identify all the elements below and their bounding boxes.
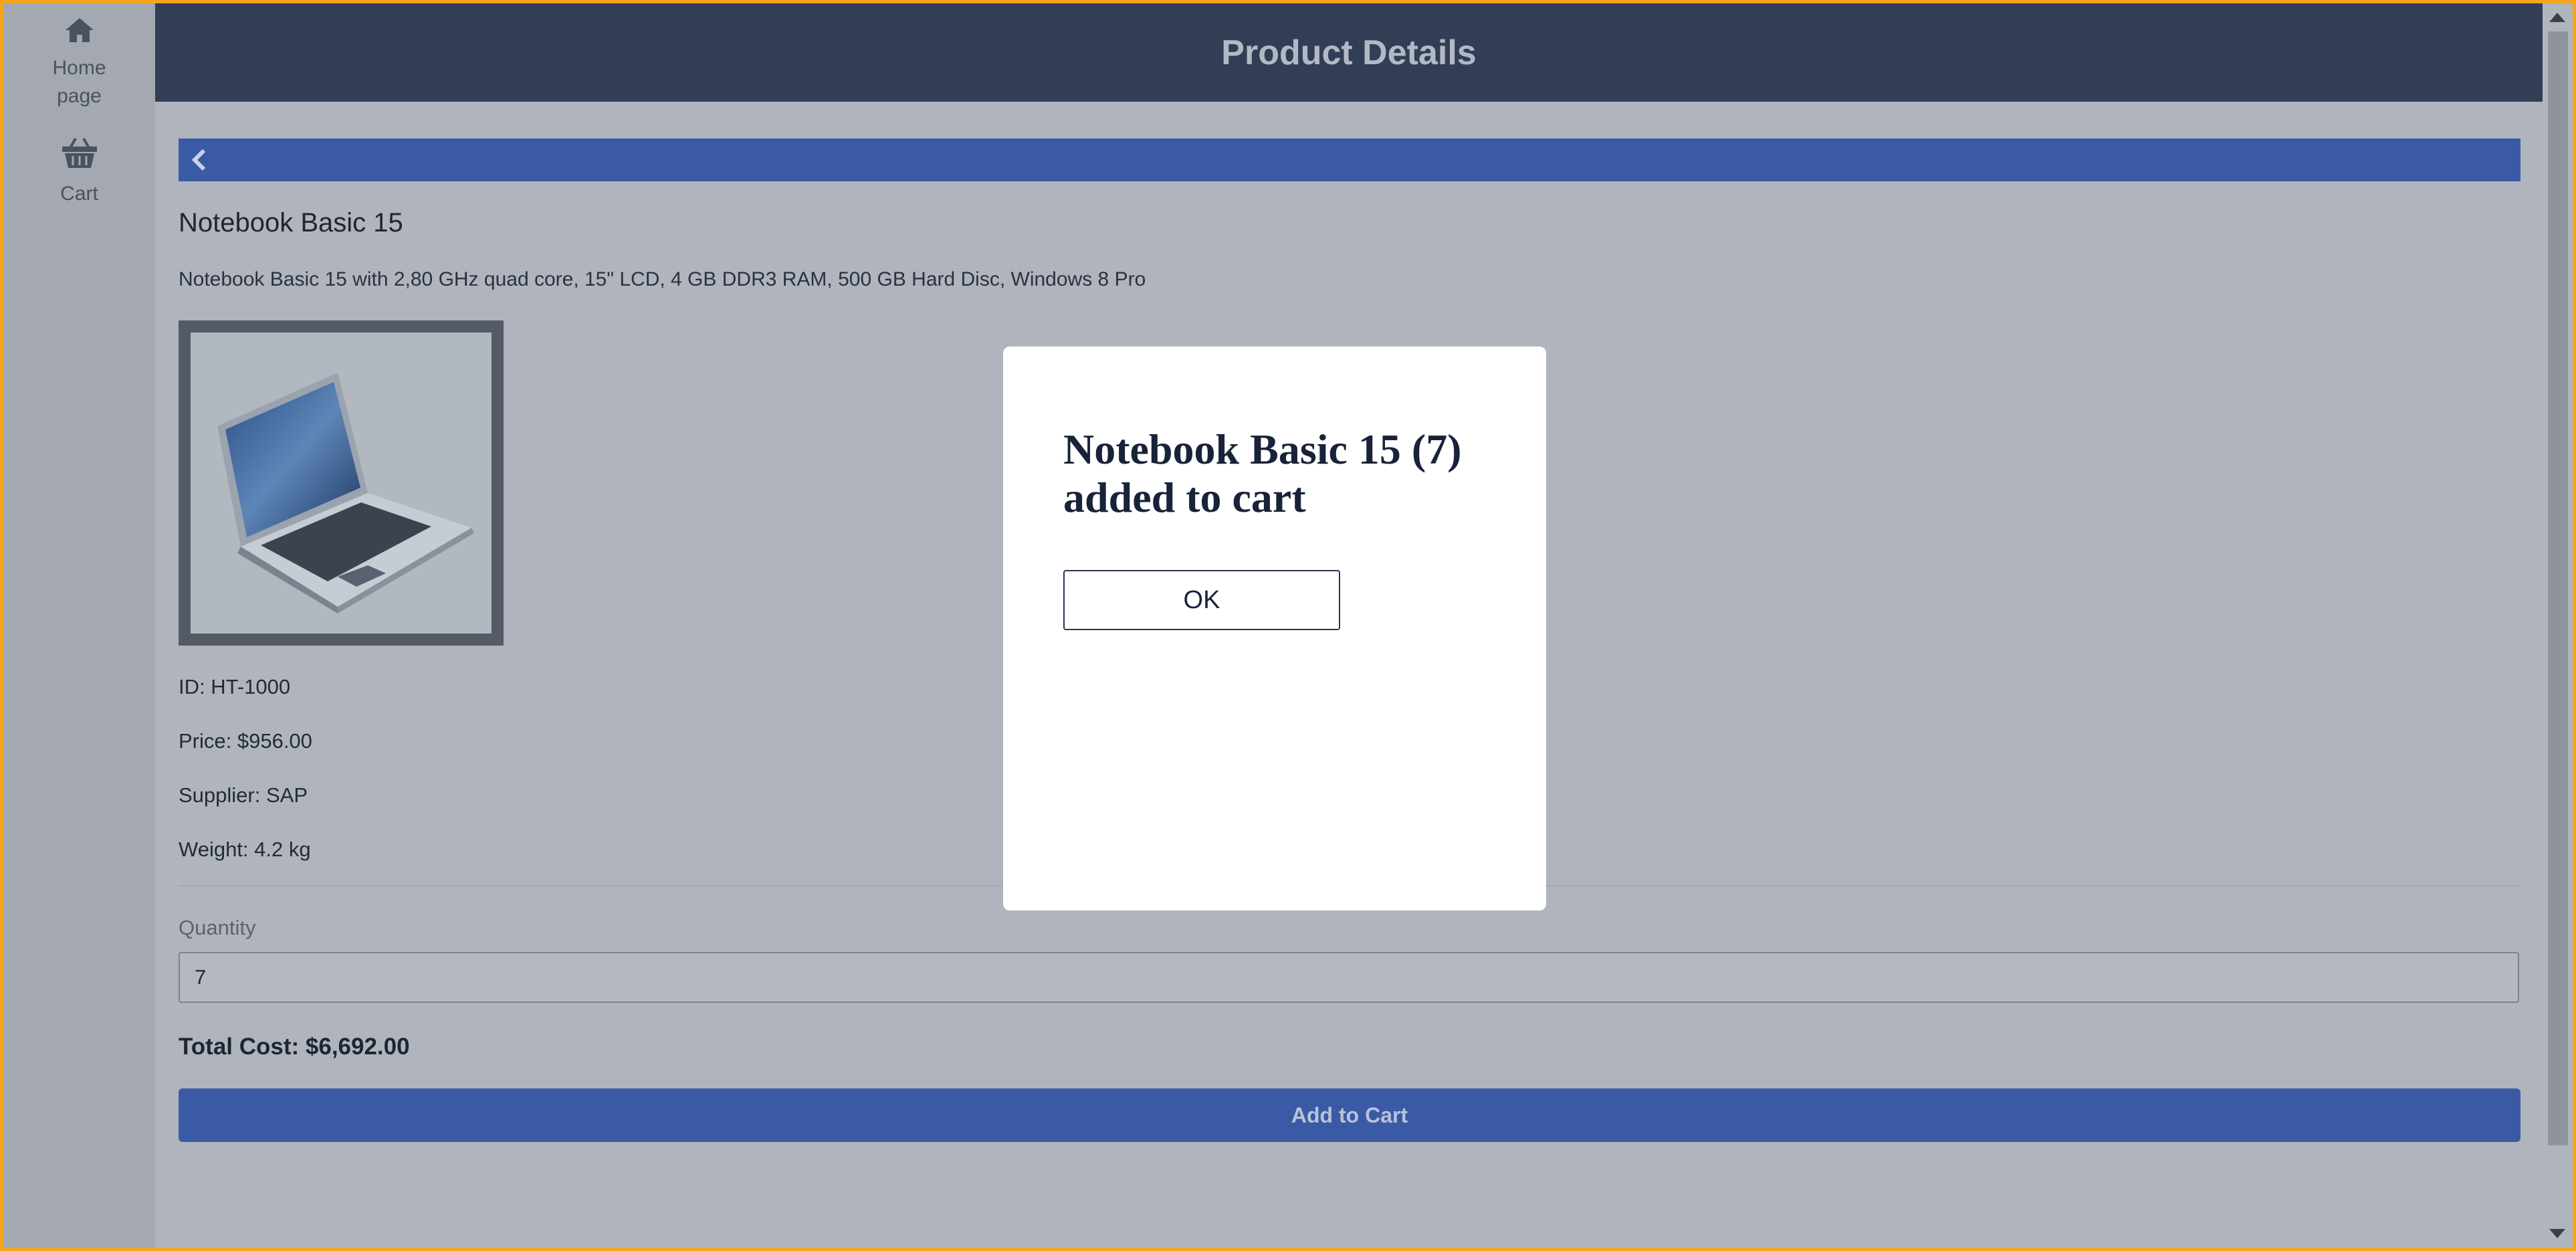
sidebar-item-label: Cart — [60, 183, 98, 205]
sidebar-item-home[interactable]: Home page — [3, 17, 155, 110]
home-icon — [3, 17, 155, 52]
sidebar-item-cart[interactable]: Cart — [3, 136, 155, 208]
basket-icon — [3, 136, 155, 177]
product-description: Notebook Basic 15 with 2,80 GHz quad cor… — [179, 268, 1146, 290]
app-window: Home page Cart Product Details Notebook … — [3, 3, 2573, 1248]
quantity-label: Quantity — [179, 916, 256, 939]
sidebar: Home page Cart — [3, 3, 155, 1248]
laptop-image — [191, 332, 492, 634]
page-title: Product Details — [1221, 33, 1477, 72]
product-price: Price: $956.00 — [179, 729, 312, 753]
back-navigation-bar[interactable] — [179, 138, 2520, 181]
sidebar-item-label: Home page — [52, 57, 106, 107]
total-cost: Total Cost: $6,692.00 — [179, 1034, 410, 1060]
product-supplier: Supplier: SAP — [179, 783, 308, 807]
scrollbar-thumb[interactable] — [2548, 31, 2568, 1145]
scroll-down-arrow-icon[interactable] — [2549, 1229, 2565, 1238]
quantity-input[interactable] — [179, 952, 2519, 1003]
chevron-left-icon[interactable] — [191, 148, 208, 175]
add-to-cart-button[interactable]: Add to Cart — [179, 1088, 2520, 1142]
product-image — [179, 320, 504, 646]
product-weight: Weight: 4.2 kg — [179, 838, 311, 861]
ok-button[interactable]: OK — [1063, 570, 1340, 630]
scrollbar[interactable] — [2543, 3, 2573, 1248]
confirmation-dialog: Notebook Basic 15 (7) added to cart OK — [1003, 347, 1546, 910]
product-title: Notebook Basic 15 — [179, 208, 403, 237]
page-header: Product Details — [155, 3, 2543, 102]
product-id: ID: HT-1000 — [179, 675, 291, 698]
dialog-message: Notebook Basic 15 (7) added to cart — [1063, 425, 1462, 521]
scroll-up-arrow-icon[interactable] — [2549, 13, 2565, 22]
